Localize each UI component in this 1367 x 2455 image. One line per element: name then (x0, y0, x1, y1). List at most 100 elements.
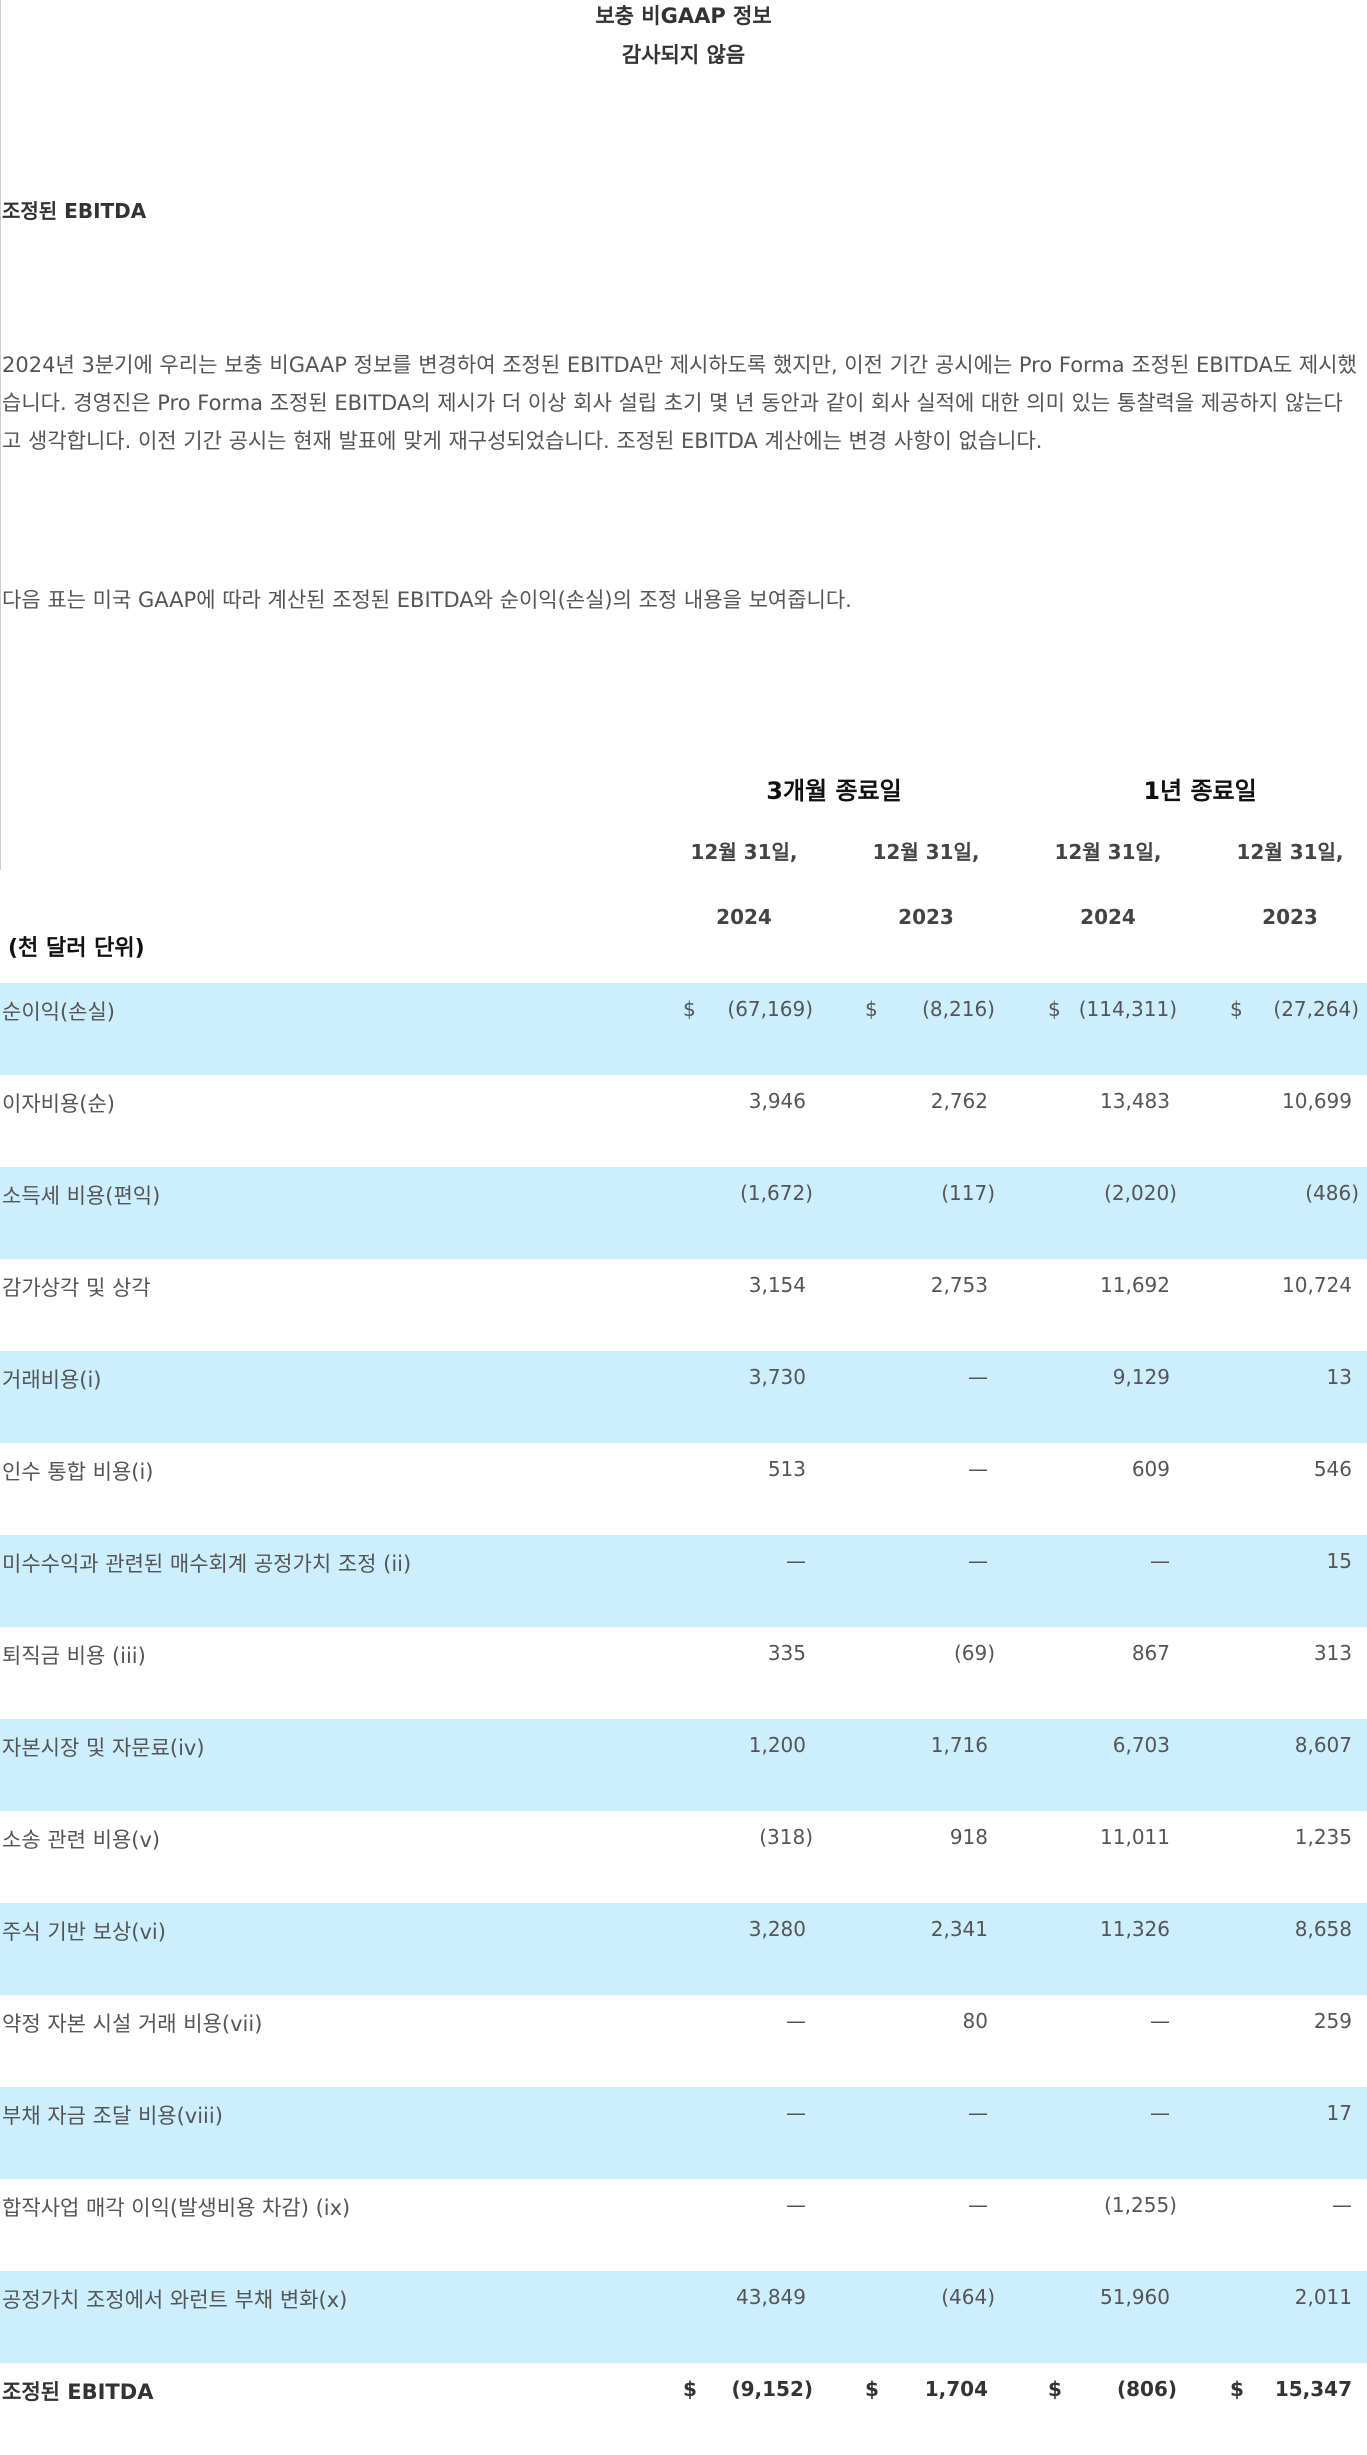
table-row: 조정된 EBITDA (9,152) $1,704 $ (806) $15,347 $ (0, 2363, 1367, 2445)
row-value: 11,326 (1100, 1917, 1170, 1941)
row-value: — (786, 1549, 806, 1573)
row-label: 소송 관련 비용(v) (2, 1828, 161, 1852)
column-year: 2023 (898, 905, 954, 929)
row-value: — (968, 1365, 988, 1389)
period-one-year: 1년 종료일 (1143, 777, 1257, 805)
row-value: (806) (1116, 2377, 1177, 2401)
row-value: 1,716 (930, 1733, 988, 1757)
row-value: — (786, 2193, 806, 2217)
row-value: (27,264) (1273, 997, 1359, 1021)
currency-symbol: $ (683, 2377, 697, 2401)
row-value: — (968, 1457, 988, 1481)
period-three-months: 3개월 종료일 (766, 777, 902, 805)
row-value: 609 (1131, 1457, 1170, 1481)
row-value: — (1332, 2193, 1352, 2217)
row-label: 이자비용(순) (2, 1092, 115, 1116)
currency-symbol: $ (1230, 2377, 1244, 2401)
row-label: 합작사업 매각 이익(발생비용 차감) (ix) (2, 2196, 351, 2220)
row-label: 인수 통합 비용(i) (2, 1460, 154, 1484)
table-row: 공정가치 조정에서 와런트 부채 변화(x) 43,849 (464) 51,960 2… (0, 2271, 1367, 2363)
row-label: 감가상각 및 상각 (2, 1276, 151, 1300)
currency-symbol: $ (1230, 997, 1243, 1021)
row-value: (8,216) (922, 997, 995, 1021)
row-value: — (968, 1549, 988, 1573)
row-value: 546 (1313, 1457, 1352, 1481)
row-value: 51,960 (1100, 2285, 1170, 2309)
table-row: 인수 통합 비용(i) 513 — 609 546 (0, 1443, 1367, 1535)
row-value: 9,129 (1112, 1365, 1170, 1389)
column-date: 12월 31일, (690, 840, 798, 864)
row-value: (117) (941, 1181, 995, 1205)
row-label: 조정된 EBITDA (2, 2380, 154, 2404)
row-value: 6,703 (1112, 1733, 1170, 1757)
table-row: 주식 기반 보상(vi) 3,280 2,341 11,326 8,658 (0, 1903, 1367, 1995)
row-label: 거래비용(i) (2, 1368, 102, 1392)
row-value: 867 (1131, 1641, 1170, 1665)
report-subtitle: 감사되지 않음 (621, 43, 746, 67)
row-value: 15,347 (1274, 2377, 1352, 2401)
intro-paragraph: 2024년 3분기에 우리는 보충 비GAAP 정보를 변경하여 조정된 EBI… (2, 353, 1357, 453)
currency-symbol: $ (1048, 2377, 1062, 2401)
report-title: 보충 비GAAP 정보 (595, 4, 772, 28)
row-value: 2,753 (930, 1273, 988, 1297)
row-value: (2,020) (1104, 1181, 1177, 1205)
row-value: (486) (1305, 1181, 1359, 1205)
table-intro-paragraph: 다음 표는 미국 GAAP에 따라 계산된 조정된 EBITDA와 순이익(손실… (2, 588, 852, 612)
row-value: (114,311) (1078, 997, 1177, 1021)
row-value: 13,483 (1100, 1089, 1170, 1113)
row-value: — (786, 2009, 806, 2033)
table-row: 순이익(손실) (67,169) $ (8,216) $ (114,311) $ (27,26… (0, 983, 1367, 1075)
table-row: 소득세 비용(편익) (1,672) (117) (2,020) (486) (0, 1167, 1367, 1259)
row-value: 2,011 (1294, 2285, 1352, 2309)
unit-label: (천 달러 단위) (8, 936, 145, 961)
table-row: 이자비용(순) 3,946 2,762 13,483 10,699 (0, 1075, 1367, 1167)
row-label: 공정가치 조정에서 와런트 부채 변화(x) (2, 2288, 348, 2312)
row-label: 순이익(손실) (2, 1000, 115, 1024)
left-border (0, 0, 1, 870)
row-value: 11,692 (1100, 1273, 1170, 1297)
row-value: 43,849 (736, 2285, 806, 2309)
row-value: — (968, 2101, 988, 2125)
column-date: 12월 31일, (1236, 840, 1344, 864)
row-value: 10,724 (1282, 1273, 1352, 1297)
row-value: — (1150, 2101, 1170, 2125)
column-year: 2024 (1080, 905, 1136, 929)
table-row: 감가상각 및 상각 3,154 2,753 11,692 10,724 (0, 1259, 1367, 1351)
row-value: 11,011 (1100, 1825, 1170, 1849)
currency-symbol: $ (1048, 997, 1061, 1021)
row-value: 3,280 (748, 1917, 806, 1941)
table-row: 소송 관련 비용(v) (318) 918 11,011 1,235 (0, 1811, 1367, 1903)
row-label: 자본시장 및 자문료(iv) (2, 1736, 205, 1760)
row-value: 3,946 (748, 1089, 806, 1113)
row-value: 17 (1326, 2101, 1352, 2125)
row-value: 2,762 (930, 1089, 988, 1113)
table-row: 부채 자금 조달 비용(viii) — — — 17 (0, 2087, 1367, 2179)
row-value: 3,730 (748, 1365, 806, 1389)
currency-symbol: $ (865, 2377, 879, 2401)
row-label: 소득세 비용(편익) (2, 1184, 161, 1208)
row-value: — (1150, 2009, 1170, 2033)
row-label: 약정 자본 시설 거래 비용(vii) (2, 2012, 263, 2036)
document-page: 보충 비GAAP 정보 감사되지 않음 조정된 EBITDA 2024년 3분기… (0, 0, 1367, 2455)
row-value: 335 (767, 1641, 806, 1665)
row-value: (464) (941, 2285, 995, 2309)
row-value: — (968, 2193, 988, 2217)
row-value: (1,672) (740, 1181, 813, 1205)
row-value: 259 (1313, 2009, 1352, 2033)
row-value: (69) (953, 1641, 995, 1665)
column-date: 12월 31일, (1054, 840, 1162, 864)
table-row: 자본시장 및 자문료(iv) 1,200 1,716 6,703 8,607 (0, 1719, 1367, 1811)
row-value: 1,704 (924, 2377, 988, 2401)
table-row: 거래비용(i) 3,730 — 9,129 13 (0, 1351, 1367, 1443)
column-year: 2023 (1262, 905, 1318, 929)
row-value: (318) (759, 1825, 813, 1849)
row-value: 513 (767, 1457, 806, 1481)
row-value: 15 (1326, 1549, 1352, 1573)
row-value: 3,154 (748, 1273, 806, 1297)
reconciliation-table: 순이익(손실) (67,169) $ (8,216) $ (114,311) $ (27,26… (0, 983, 1367, 2445)
row-value: — (786, 2101, 806, 2125)
row-value: 8,607 (1294, 1733, 1352, 1757)
table-row: 합작사업 매각 이익(발생비용 차감) (ix) — — (1,255) — (0, 2179, 1367, 2271)
row-label: 미수수익과 관련된 매수회계 공정가치 조정 (ii) (2, 1552, 412, 1576)
row-value: 1,200 (748, 1733, 806, 1757)
